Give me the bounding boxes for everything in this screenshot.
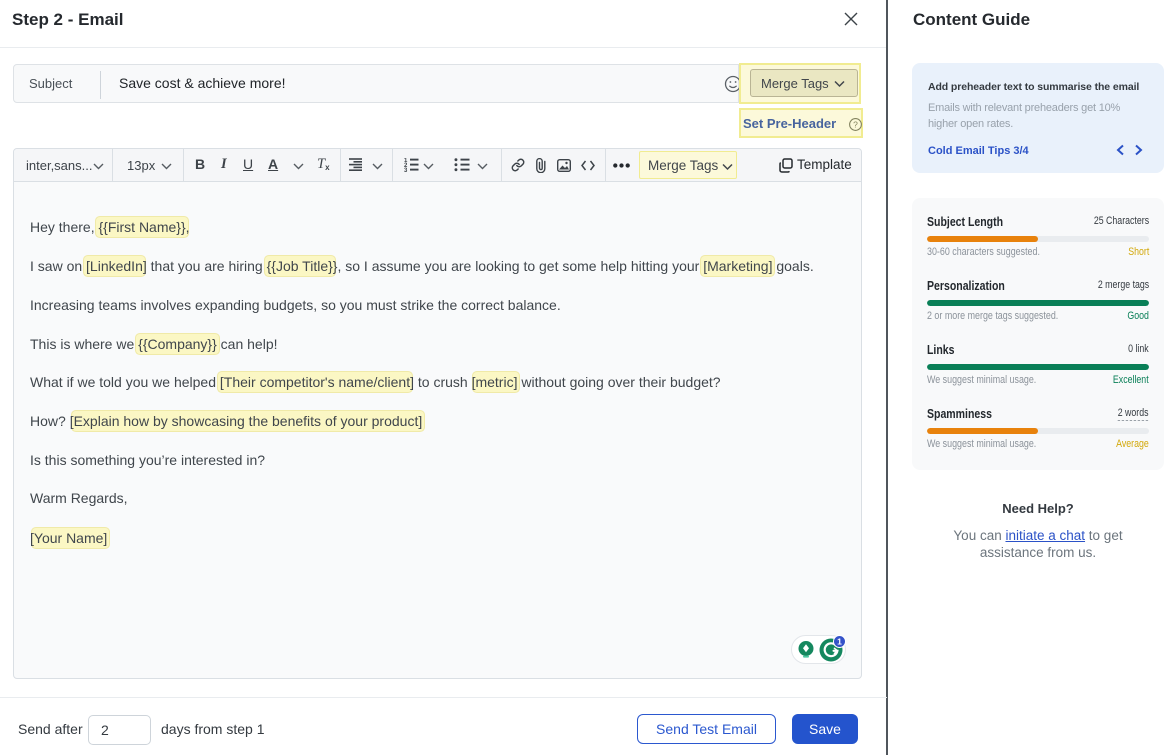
svg-text:1: 1 xyxy=(837,637,842,647)
svg-text:?: ? xyxy=(853,120,858,130)
svg-text:3: 3 xyxy=(404,168,408,172)
